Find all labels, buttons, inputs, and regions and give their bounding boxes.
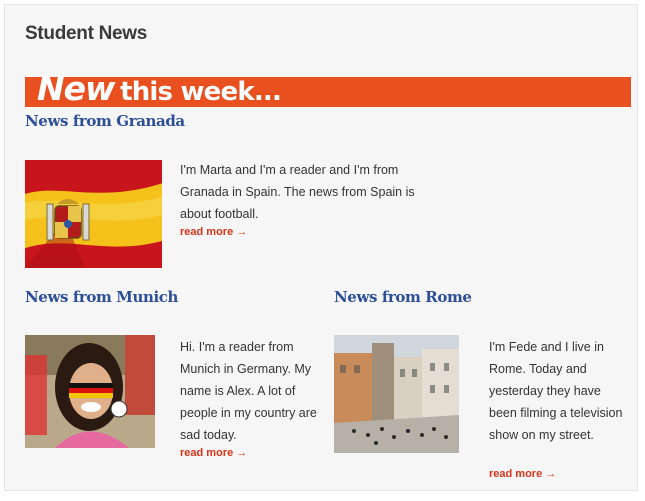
banner-rest-text: this week...	[120, 77, 282, 107]
munich-read-more-link[interactable]: read more →	[180, 447, 247, 459]
rome-heading-link[interactable]: News from Rome	[334, 288, 472, 306]
rome-text: I'm Fede and I live in Rome. Today and y…	[489, 340, 623, 442]
munich-heading-link[interactable]: News from Munich	[25, 288, 178, 306]
rome-read-more-link[interactable]: read more →	[489, 468, 556, 480]
granada-heading-link[interactable]: News from Granada	[25, 112, 185, 130]
munich-text: Hi. I'm a reader from Munich in Germany.…	[180, 340, 317, 442]
granada-read-more-link[interactable]: read more →	[180, 226, 247, 238]
football-fan-photo[interactable]	[25, 335, 155, 448]
banner-text: New this week...	[37, 69, 282, 108]
granada-text: I'm Marta and I'm a reader and I'm from …	[180, 163, 415, 221]
new-this-week-banner: New this week...	[25, 69, 631, 108]
banner-new-word: New	[37, 69, 115, 108]
spain-flag-image[interactable]	[25, 160, 162, 268]
news-page: Student News New this week... News from …	[4, 4, 638, 491]
rome-steps-photo[interactable]	[334, 335, 459, 453]
page-title: Student News	[25, 23, 148, 44]
